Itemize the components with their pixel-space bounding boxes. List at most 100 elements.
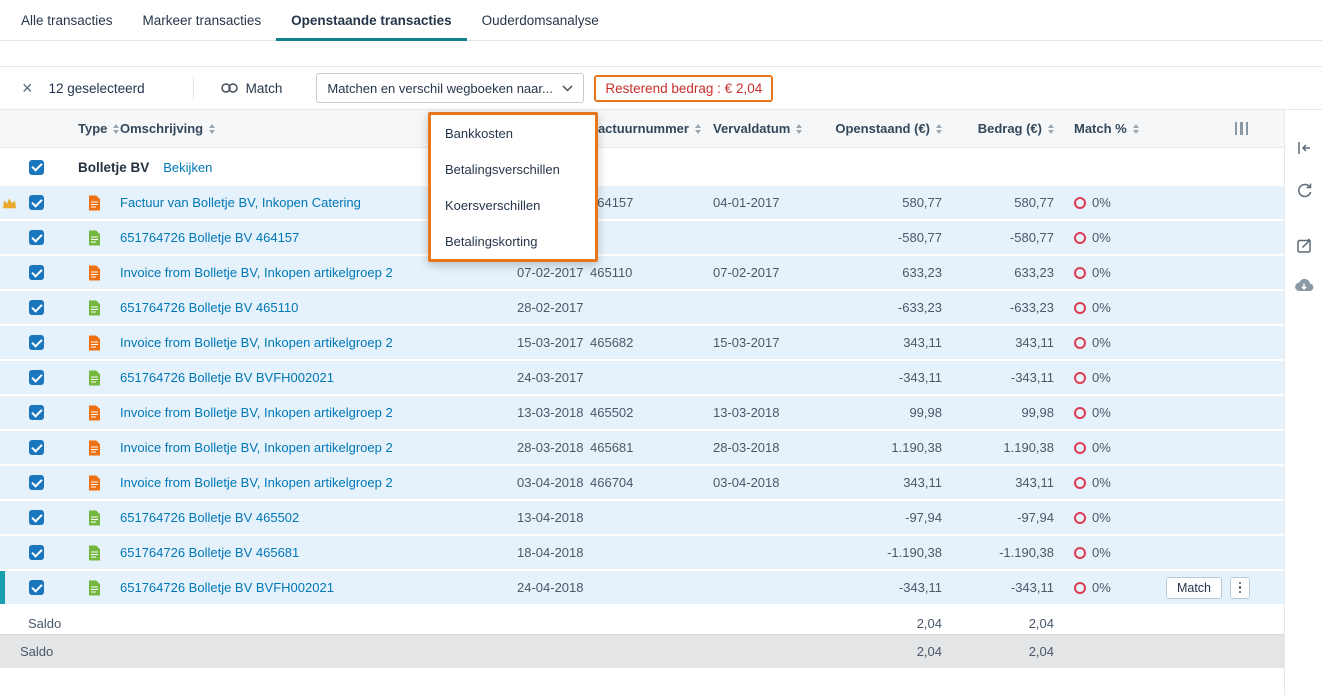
row-indicator-cell <box>0 396 18 429</box>
menu-item-bankkosten[interactable]: Bankkosten <box>431 115 595 151</box>
table-row[interactable]: Factuur van Bolletje BV, Inkopen Caterin… <box>0 186 1284 221</box>
match-percentage: 0% <box>1092 370 1111 385</box>
header-vervaldatum[interactable]: Vervaldatum <box>700 121 823 136</box>
purchase-invoice-icon <box>88 405 100 420</box>
table-row[interactable]: Invoice from Bolletje BV, Inkopen artike… <box>0 256 1284 291</box>
menu-item-koersverschillen[interactable]: Koersverschillen <box>431 187 595 223</box>
header-factuurnummer[interactable]: Factuurnummer <box>586 121 701 136</box>
transaction-description-link[interactable]: Invoice from Bolletje BV, Inkopen artike… <box>120 440 393 455</box>
invoice-number: 465110 <box>590 265 633 280</box>
transaction-description-link[interactable]: 651764726 Bolletje BV BVFH002021 <box>120 370 334 385</box>
row-checkbox[interactable] <box>28 545 44 560</box>
match-cell: 0% <box>1060 536 1155 569</box>
transaction-description-link[interactable]: Invoice from Bolletje BV, Inkopen artike… <box>120 405 393 420</box>
transaction-description-link[interactable]: Factuur van Bolletje BV, Inkopen Caterin… <box>120 195 361 210</box>
table-row[interactable]: 651764726 Bolletje BV BVFH002021 24-04-2… <box>0 571 1284 606</box>
sort-icon[interactable] <box>1048 123 1054 134</box>
row-type-cell <box>54 326 116 359</box>
group-view-link[interactable]: Bekijken <box>163 160 212 175</box>
row-checkbox[interactable] <box>28 440 44 455</box>
match-cell: 0% <box>1060 221 1155 254</box>
match-percentage: 0% <box>1092 440 1111 455</box>
row-checkbox[interactable] <box>28 335 44 350</box>
table-row[interactable]: 651764726 Bolletje BV BVFH002021 24-03-2… <box>0 361 1284 396</box>
transaction-description-link[interactable]: Invoice from Bolletje BV, Inkopen artike… <box>120 335 393 350</box>
payment-icon <box>88 370 100 385</box>
transaction-description-link[interactable]: 651764726 Bolletje BV 465502 <box>120 510 299 525</box>
match-percentage: 0% <box>1092 580 1111 595</box>
invoice-number <box>586 361 700 394</box>
transaction-description-link[interactable]: 651764726 Bolletje BV 465110 <box>120 300 298 315</box>
match-cell: 0% <box>1060 466 1155 499</box>
table-row[interactable]: 651764726 Bolletje BV 464157 -580,77 -58… <box>0 221 1284 256</box>
tab-openstaande-transacties[interactable]: Openstaande transacties <box>276 0 467 41</box>
transaction-description-link[interactable]: 651764726 Bolletje BV BVFH002021 <box>120 580 334 595</box>
header-match[interactable]: Match % <box>1060 121 1155 136</box>
collapse-panel-icon[interactable] <box>1294 138 1314 158</box>
column-chooser-icon[interactable] <box>1234 122 1248 135</box>
progress-ring <box>1074 371 1086 384</box>
outstanding-amount: 99,98 <box>909 405 942 420</box>
due-date: 13-03-2018 <box>713 405 780 420</box>
table-row[interactable]: Invoice from Bolletje BV, Inkopen artike… <box>0 466 1284 501</box>
row-checkbox[interactable] <box>28 475 44 490</box>
header-bedrag[interactable]: Bedrag (€) <box>948 121 1060 136</box>
transaction-description-link[interactable]: 651764726 Bolletje BV 465681 <box>120 545 299 560</box>
match-cell: 0% <box>1060 396 1155 429</box>
tab-alle-transacties[interactable]: Alle transacties <box>6 0 128 40</box>
table-row[interactable]: 651764726 Bolletje BV 465110 28-02-2017 … <box>0 291 1284 326</box>
edit-icon[interactable] <box>1294 235 1314 255</box>
cloud-download-icon[interactable] <box>1293 275 1315 293</box>
table-row[interactable]: 651764726 Bolletje BV 465502 13-04-2018 … <box>0 501 1284 536</box>
transaction-description-link[interactable]: 651764726 Bolletje BV 464157 <box>120 230 299 245</box>
match-button[interactable]: Match <box>220 80 283 96</box>
selected-count: 12 geselecteerd <box>48 80 145 96</box>
progress-ring <box>1074 231 1086 244</box>
sort-icon[interactable] <box>1132 123 1139 134</box>
match-writeoff-dropdown[interactable]: Matchen en verschil wegboeken naar... <box>316 73 585 103</box>
invoice-number: 465682 <box>590 335 634 350</box>
menu-item-betalingskorting[interactable]: Betalingskorting <box>431 223 595 259</box>
row-checkbox[interactable] <box>28 300 44 315</box>
redo-icon[interactable] <box>1294 178 1314 198</box>
kebab-menu-icon[interactable] <box>1230 576 1250 599</box>
row-type-cell <box>54 571 116 604</box>
row-match-button[interactable]: Match <box>1165 576 1222 599</box>
tab-ouderdomsanalyse[interactable]: Ouderdomsanalyse <box>467 0 614 40</box>
row-checkbox[interactable] <box>28 405 44 420</box>
row-checkbox[interactable] <box>28 370 44 385</box>
invoice-number <box>586 221 700 254</box>
row-checkbox[interactable] <box>28 230 44 245</box>
progress-ring <box>1074 301 1086 314</box>
transaction-description-link[interactable]: Invoice from Bolletje BV, Inkopen artike… <box>120 475 393 490</box>
transaction-description-link[interactable]: Invoice from Bolletje BV, Inkopen artike… <box>120 265 393 280</box>
transaction-date: 18-04-2018 <box>517 545 584 560</box>
header-openstaand[interactable]: Openstaand (€) <box>823 121 948 136</box>
row-checkbox[interactable] <box>28 265 44 280</box>
menu-item-betalingsverschillen[interactable]: Betalingsverschillen <box>431 151 595 187</box>
row-type-cell <box>54 186 116 219</box>
row-actions: Match <box>1155 576 1284 599</box>
due-date <box>700 501 823 534</box>
table-row[interactable]: Invoice from Bolletje BV, Inkopen artike… <box>0 396 1284 431</box>
table-row[interactable]: Invoice from Bolletje BV, Inkopen artike… <box>0 431 1284 466</box>
progress-ring <box>1074 266 1086 279</box>
header-type[interactable]: Type <box>54 121 120 136</box>
clear-selection-icon[interactable]: × <box>22 79 33 97</box>
row-checkbox[interactable] <box>28 580 44 595</box>
table-row[interactable]: 651764726 Bolletje BV 465681 18-04-2018 … <box>0 536 1284 571</box>
table-row[interactable]: Invoice from Bolletje BV, Inkopen artike… <box>0 326 1284 361</box>
row-checkbox[interactable] <box>28 195 44 210</box>
row-type-cell <box>54 536 116 569</box>
sort-icon[interactable] <box>936 123 942 134</box>
sort-icon[interactable] <box>796 123 803 134</box>
row-indicator-cell <box>0 186 18 219</box>
match-percentage: 0% <box>1092 300 1111 315</box>
row-checkbox[interactable] <box>28 510 44 525</box>
purchase-invoice-icon <box>88 475 100 490</box>
sort-icon[interactable] <box>209 123 216 134</box>
match-button-label: Match <box>245 80 283 96</box>
tab-markeer-transacties[interactable]: Markeer transacties <box>128 0 277 40</box>
transaction-date: 28-02-2017 <box>517 300 584 315</box>
group-checkbox[interactable] <box>28 159 44 175</box>
